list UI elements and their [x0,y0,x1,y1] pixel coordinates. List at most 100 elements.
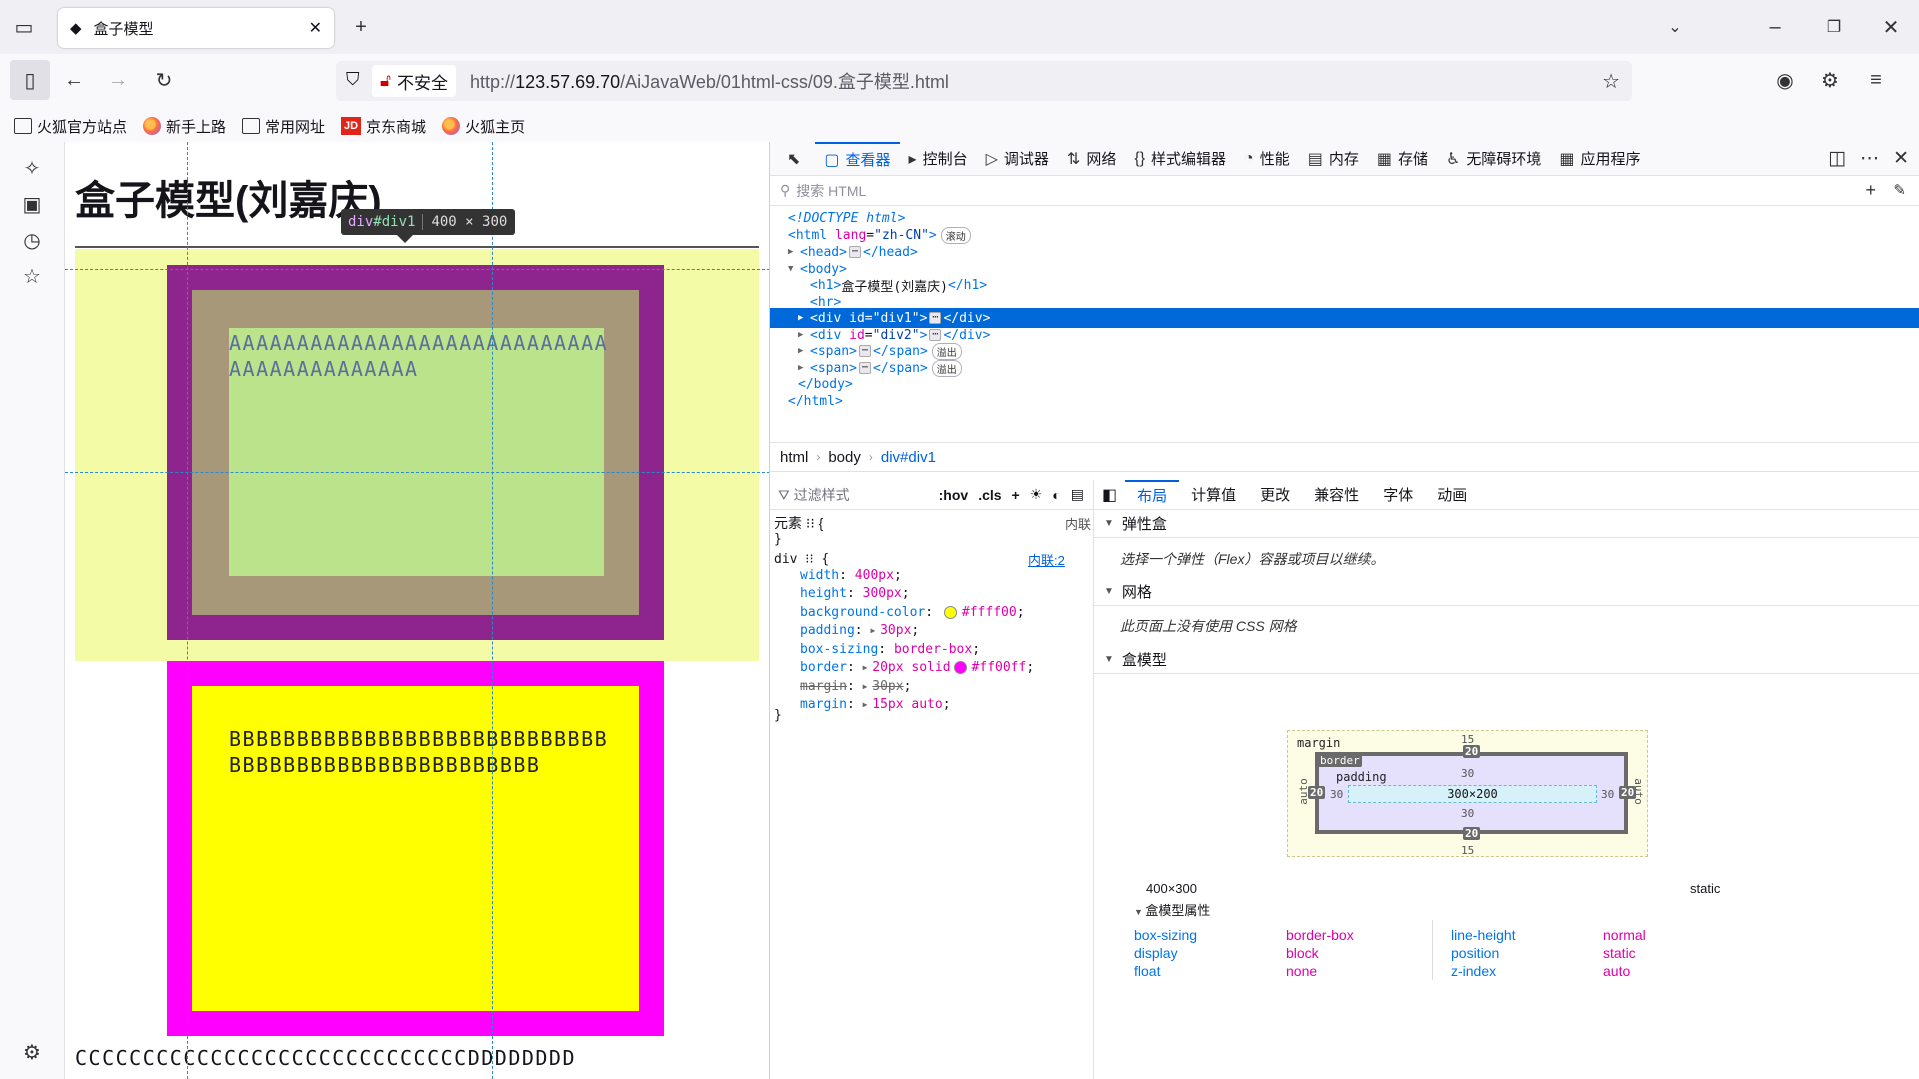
tab-accessibility[interactable]: ♿︎ 无障碍环境 [1437,142,1550,176]
breadcrumb-html[interactable]: html [780,449,808,466]
bookmarks-icon[interactable]: ☆ [18,262,46,290]
light-scheme-icon[interactable]: ☀ [1030,486,1043,503]
tab-animations[interactable]: 动画 [1425,480,1479,510]
tab-changes[interactable]: 更改 [1248,480,1302,510]
expand-icon[interactable]: ▶ [863,682,873,691]
tab-style-editor[interactable]: {} 样式编辑器 [1125,142,1235,176]
more-options-icon[interactable]: ⋯ [1860,147,1879,170]
css-property-name[interactable]: padding [800,623,855,638]
browser-tab[interactable]: ◆ 盒子模型 ✕ [58,8,334,48]
expand-icon[interactable]: ▶ [863,700,873,709]
expand-icon[interactable]: ▶ [798,346,808,356]
forward-icon[interactable]: → [100,62,136,98]
tree-html-close[interactable]: </html> [770,391,1919,411]
close-devtools-icon[interactable]: ✕ [1893,147,1909,170]
tab-application[interactable]: ▦ 应用程序 [1550,142,1649,176]
extensions-icon[interactable]: ⚙ [1812,62,1848,98]
border-top-value[interactable]: 20 [1463,745,1481,758]
html-search-bar[interactable]: ⚲ 搜索 HTML + ✎ [770,176,1919,206]
scroll-badge[interactable]: 滚动 [940,226,971,244]
tab-inspector[interactable]: ▢ 查看器 [815,141,900,176]
tab-network[interactable]: ⇅ 网络 [1058,142,1125,176]
breadcrumb-div1[interactable]: div#div1 [881,449,936,466]
site-info-button[interactable]: 🔓︎ 不安全 [372,65,457,97]
account-icon[interactable]: ◉ [1767,62,1803,98]
menu-icon[interactable]: ≡ [1858,62,1894,98]
bookmark-firefox-home[interactable]: 火狐主页 [442,116,525,137]
dock-side-icon[interactable]: ◫ [1828,147,1846,170]
tab-console[interactable]: ▸ 控制台 [900,142,977,176]
css-property-value[interactable]: 300px [863,586,902,601]
expand-icon[interactable]: ▶ [798,363,808,373]
breadcrumb-body[interactable]: body [828,449,861,466]
collapse-icon[interactable]: ▼ [788,264,798,274]
css-declaration[interactable]: width: 400px; [800,566,902,584]
padding-right-value[interactable]: 30 [1601,788,1614,801]
box-model-content[interactable]: 300×200 [1348,785,1597,803]
padding-left-value[interactable]: 30 [1330,788,1343,801]
cls-button[interactable]: .cls [978,487,1001,503]
bookmark-firefox-official[interactable]: 火狐官方站点 [14,116,127,137]
border-right-value[interactable]: 20 [1619,786,1637,799]
synced-tabs-icon[interactable]: ▣ [18,190,46,218]
css-property-name[interactable]: border [800,660,847,675]
reload-icon[interactable]: ↻ [146,62,182,98]
search-input[interactable]: 搜索 HTML [796,181,866,201]
overflow-badge[interactable]: 溢出 [931,342,962,360]
element-picker-icon[interactable]: ⬉ [778,142,815,176]
css-property-value[interactable]: 30px [872,679,903,694]
url-text[interactable]: http://123.57.69.70/AiJavaWeb/01html-css… [470,68,949,94]
add-rule-icon[interactable]: + [1012,487,1020,503]
padding-bottom-value[interactable]: 30 [1461,807,1474,820]
css-declaration[interactable]: height: 300px; [800,585,910,603]
rule-source-link[interactable]: 内联:2 [1028,550,1065,568]
add-node-icon[interactable]: + [1865,180,1876,201]
padding-top-value[interactable]: 30 [1461,767,1474,780]
css-declaration[interactable]: padding: ▶ 30px; [800,622,919,640]
expand-icon[interactable]: ▶ [870,626,880,635]
tab-compatibility[interactable]: 兼容性 [1302,480,1371,510]
bookmark-jd[interactable]: JD 京东商城 [341,116,426,137]
box-model-section-header[interactable]: ▼ 盒模型 [1094,646,1919,674]
history-icon[interactable]: ◷ [18,226,46,254]
css-property-name[interactable]: background-color [800,605,925,620]
tab-memory[interactable]: ▤ 内存 [1299,142,1368,176]
css-property-name[interactable]: margin [800,679,847,694]
css-property-value[interactable]: border-box [894,642,972,657]
tab-fonts[interactable]: 字体 [1371,480,1425,510]
minimize-icon[interactable]: – [1757,9,1793,45]
bookmark-common-sites[interactable]: 常用网址 [242,116,325,137]
expand-icon[interactable]: ▶ [863,663,873,672]
bookmark-star-icon[interactable]: ☆ [1602,69,1620,94]
box-props-header[interactable]: ▼ 盒模型属性 [1134,900,1210,919]
url-bar[interactable]: ⛉ 🔓︎ 不安全 http://123.57.69.70/AiJavaWeb/0… [336,61,1632,101]
css-property-value[interactable]: 400px [855,568,894,583]
bookmark-getting-started[interactable]: 新手上路 [143,116,226,137]
border-bottom-value[interactable]: 20 [1463,827,1481,840]
settings-icon[interactable]: ⚙ [18,1038,46,1066]
css-declaration[interactable]: box-sizing: border-box; [800,640,980,658]
filter-styles-input[interactable]: ⛛ 过滤样式 [778,485,939,505]
margin-bottom-value[interactable]: 15 [1461,844,1474,857]
list-tabs-icon[interactable]: ⌄ [1657,9,1693,45]
css-declaration[interactable]: border: ▶ 20px solid #ff00ff; [800,659,1034,677]
expand-icon[interactable]: ▶ [798,330,808,340]
inline-source-label[interactable]: 内联 [1065,514,1091,532]
expand-icon[interactable]: ▶ [798,313,808,323]
ai-chatbot-icon[interactable]: ✧ [18,154,46,182]
tab-layout[interactable]: 布局 [1125,479,1180,510]
css-declaration[interactable]: margin: ▶ 15px auto; [800,696,951,714]
print-media-icon[interactable]: ▤ [1071,486,1084,503]
sidebar-toggle-icon[interactable]: ▯ [10,60,50,100]
css-declaration[interactable]: margin: ▶ 30px; [800,677,911,695]
tab-storage[interactable]: ▦ 存储 [1368,142,1437,176]
close-tab-icon[interactable]: ✕ [309,18,322,38]
css-property-value[interactable]: 30px [880,623,911,638]
css-property-name[interactable]: margin [800,697,847,712]
tab-performance[interactable]: ◔ 性能 [1235,142,1299,176]
back-icon[interactable]: ← [56,62,92,98]
css-property-value[interactable]: 15px auto [872,697,942,712]
expand-icon[interactable]: ▶ [788,247,798,257]
color-swatch-icon[interactable] [943,605,957,619]
tracking-shield-icon[interactable]: ⛉ [346,69,360,90]
